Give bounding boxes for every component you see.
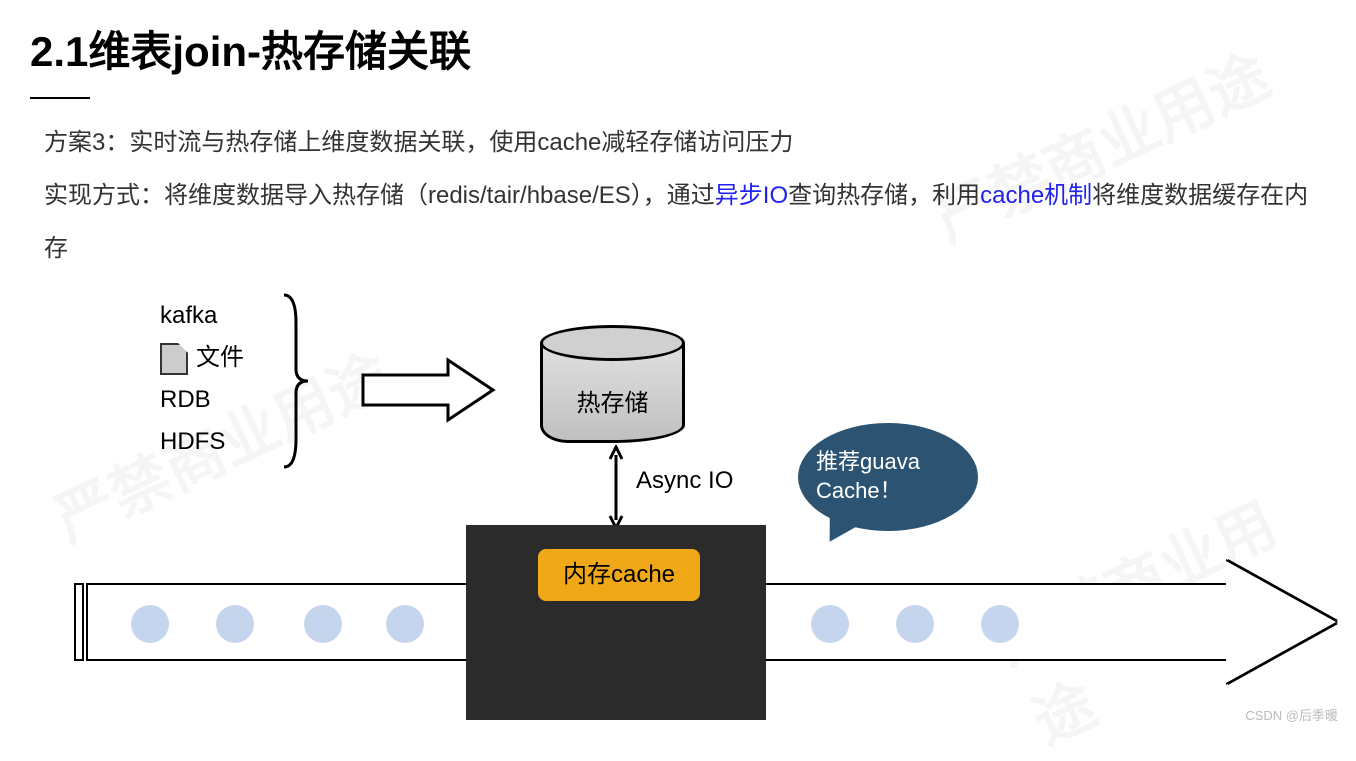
hot-storage-label: 热存储 — [540, 383, 685, 418]
description-block: 方案3：实时流与热存储上维度数据关联，使用cache减轻存储访问压力 实现方式：… — [0, 99, 1356, 275]
desc-line-1: 方案3：实时流与热存储上维度数据关联，使用cache减轻存储访问压力 — [44, 117, 1326, 170]
source-file: 文件 — [160, 337, 244, 379]
csdn-watermark: CSDN @后季暖 — [1245, 705, 1338, 724]
hot-storage-cylinder: 热存储 — [540, 325, 685, 445]
stream-event-dot — [304, 605, 342, 643]
bubble-text: 推荐guava Cache！ — [816, 448, 960, 505]
stream-arrowhead-icon — [1226, 561, 1336, 683]
source-hdfs: HDFS — [160, 421, 244, 463]
highlight-async-io: 异步IO — [715, 182, 788, 209]
source-kafka: kafka — [160, 295, 244, 337]
stream-event-dot — [811, 605, 849, 643]
stream-event-dot — [216, 605, 254, 643]
architecture-diagram: kafka 文件 RDB HDFS 热存储 Async IO 内存cache — [0, 285, 1356, 725]
file-icon — [160, 343, 188, 375]
slide-title: 2.1维表join-热存储关联 — [0, 0, 1356, 79]
stream-event-dot — [386, 605, 424, 643]
stream-cap — [74, 583, 84, 661]
async-io-label: Async IO — [636, 467, 733, 495]
block-arrow-icon — [358, 355, 498, 425]
brace-icon — [282, 293, 310, 469]
source-rdb: RDB — [160, 379, 244, 421]
cylinder-top — [540, 325, 685, 361]
processor-box: 内存cache — [466, 525, 766, 720]
desc-line-2: 实现方式：将维度数据导入热存储（redis/tair/hbase/ES），通过异… — [44, 170, 1326, 276]
stream-event-dot — [981, 605, 1019, 643]
async-io-arrow-icon — [606, 445, 626, 530]
highlight-cache: cache机制 — [980, 182, 1092, 209]
data-sources-list: kafka 文件 RDB HDFS — [160, 295, 244, 463]
speech-bubble: 推荐guava Cache！ — [798, 423, 988, 553]
stream-event-dot — [131, 605, 169, 643]
bubble-body: 推荐guava Cache！ — [798, 423, 978, 531]
memory-cache-box: 内存cache — [538, 549, 700, 601]
stream-event-dot — [896, 605, 934, 643]
